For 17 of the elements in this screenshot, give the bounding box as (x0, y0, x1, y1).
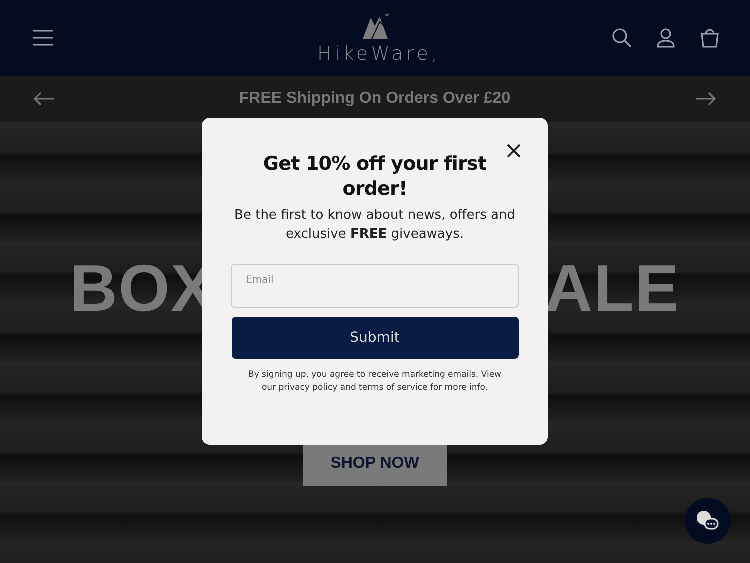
search-icon[interactable] (612, 28, 632, 48)
arrow-left-icon[interactable] (33, 92, 55, 106)
hero-title-fragment: ALE (545, 250, 680, 326)
email-field[interactable]: Email (231, 264, 519, 308)
cart-icon[interactable] (700, 28, 720, 48)
account-icon[interactable] (656, 28, 676, 48)
close-icon[interactable] (507, 144, 521, 158)
disclaimer-text: By signing up, you agree to receive marketing emails. View our privacy policy and terms of service for more info. (247, 369, 503, 395)
popup-title: Get 10% off your first order! (262, 152, 488, 202)
announcement-text: FREE Shipping On Orders Over £20 (239, 90, 511, 108)
brand-name[interactable]: HikeWare, (318, 42, 440, 64)
arrow-right-icon[interactable] (695, 92, 717, 106)
popup-text: Be the first to know about news, offers and exclusive FREE giveaways. (234, 207, 516, 244)
chat-icon (696, 510, 720, 532)
menu-icon[interactable] (32, 30, 54, 46)
submit-button[interactable]: Submit (232, 317, 518, 359)
shop-now-button[interactable]: SHOP NOW (303, 442, 447, 486)
